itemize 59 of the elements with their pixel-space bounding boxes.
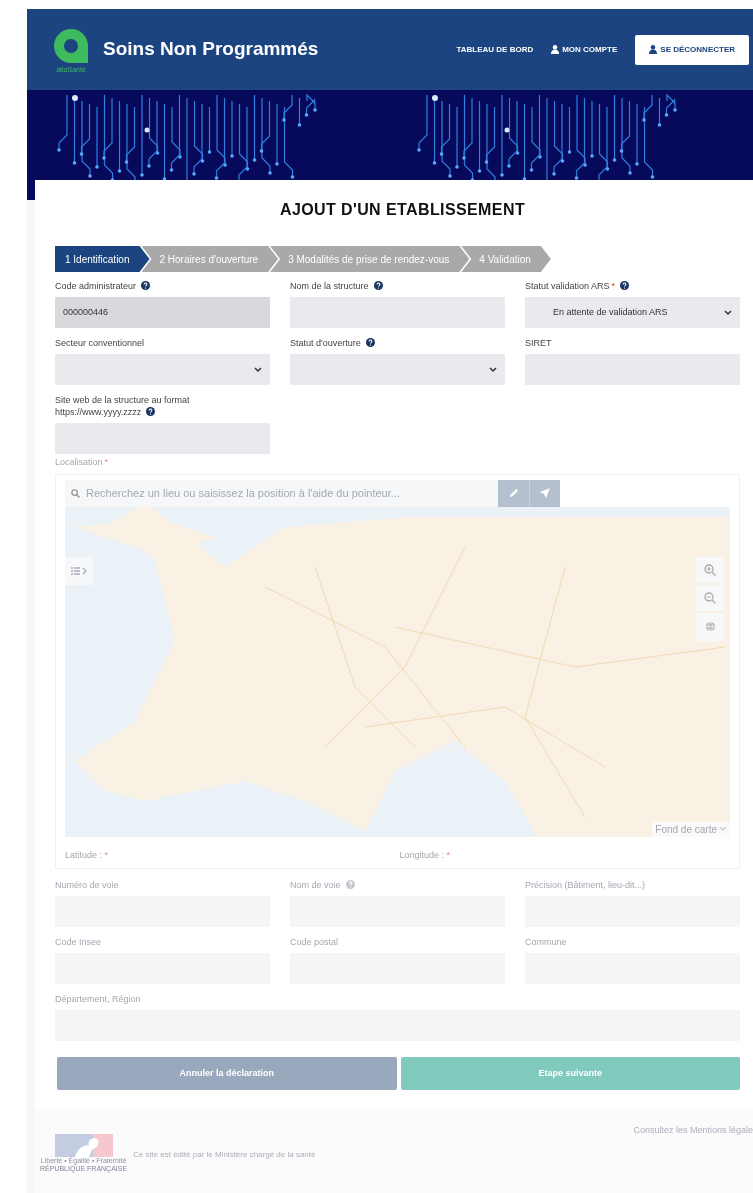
- page-title: AJOUT D'UN ETABLISSEMENT: [278, 200, 527, 220]
- help-icon: [620, 281, 630, 290]
- marianne-flag-icon: [54, 1134, 113, 1157]
- field-label: Commune: [525, 936, 568, 948]
- chevron-down-icon: [489, 366, 497, 373]
- layer-list-toggle[interactable]: [65, 556, 93, 585]
- field-label: Localisation *: [55, 456, 110, 469]
- zoom-out-button[interactable]: [696, 584, 724, 611]
- step-tab[interactable]: 2 Horaires d'ouverture: [141, 246, 279, 272]
- field-label: Code Insee: [55, 936, 103, 948]
- legal-notice-link[interactable]: Consultez les Mentions légale: [633, 1124, 753, 1138]
- readonly-field[interactable]: 000000446: [55, 297, 270, 328]
- select-field[interactable]: En attente de validation ARS: [525, 297, 740, 328]
- field-label: Numéro de voie: [55, 879, 120, 891]
- help-icon: [146, 407, 156, 416]
- list-chevron-icon: [71, 566, 87, 575]
- locate-button[interactable]: [529, 479, 560, 507]
- field-label: Secteur conventionnel: [55, 337, 146, 349]
- field-label: Nom de la structure: [290, 280, 505, 292]
- latitude-label: Latitude : *: [65, 848, 110, 862]
- field-label: Code postal: [290, 936, 340, 948]
- logo-icon: [52, 26, 90, 65]
- field-label: Code administrateur: [55, 280, 270, 292]
- help-icon: [345, 880, 355, 889]
- help-icon: [373, 281, 383, 290]
- chevron-down-icon: [254, 366, 262, 373]
- help-icon: [365, 338, 375, 347]
- help-icon: [141, 281, 151, 290]
- user-icon: [649, 45, 658, 54]
- select-field[interactable]: [290, 354, 505, 385]
- search-icon: [71, 488, 80, 498]
- navigation-arrow-icon: [540, 488, 550, 498]
- field-label: Statut d'ouverture: [290, 337, 505, 349]
- publisher-text: Ce site est édité par le Ministère chargé de la santé: [133, 1149, 316, 1161]
- user-icon: [551, 45, 560, 54]
- field-label: Nom de voie: [290, 879, 505, 891]
- app-title: Soins Non Programmés: [103, 37, 319, 62]
- step-tab[interactable]: 4 Validation: [461, 246, 551, 272]
- zoom-in-button[interactable]: [696, 556, 724, 583]
- dashboard-link[interactable]: TABLEAU DE BORD: [456, 43, 534, 56]
- step-tab[interactable]: 3 Modalités de prise de rendez-vous: [270, 246, 470, 272]
- field-label: Département, Région: [55, 993, 142, 1005]
- longitude-label: Longitude : *: [398, 848, 452, 862]
- field-label: Statut validation ARS *: [525, 280, 740, 292]
- select-field[interactable]: [55, 354, 270, 385]
- pencil-icon: [508, 487, 519, 499]
- step-tab[interactable]: 1 Identification: [55, 246, 150, 272]
- globe-icon: [704, 621, 716, 632]
- chevron-down-icon: [724, 309, 732, 316]
- globe-button[interactable]: [696, 612, 724, 641]
- logout-button[interactable]: SE DÉCONNECTER: [635, 34, 749, 65]
- field-label: SIRET: [525, 337, 553, 349]
- draw-button[interactable]: [498, 479, 529, 507]
- account-link[interactable]: MON COMPTE: [551, 43, 618, 56]
- field-label: Précision (Bâtiment, lieu-dit...): [525, 879, 647, 891]
- zoom-in-icon: [704, 563, 716, 576]
- chevron-down-icon: [719, 826, 727, 832]
- zoom-out-icon: [704, 591, 716, 604]
- field-label: Site web de la structure au format https://www.yyyy.zzzz: [55, 394, 191, 418]
